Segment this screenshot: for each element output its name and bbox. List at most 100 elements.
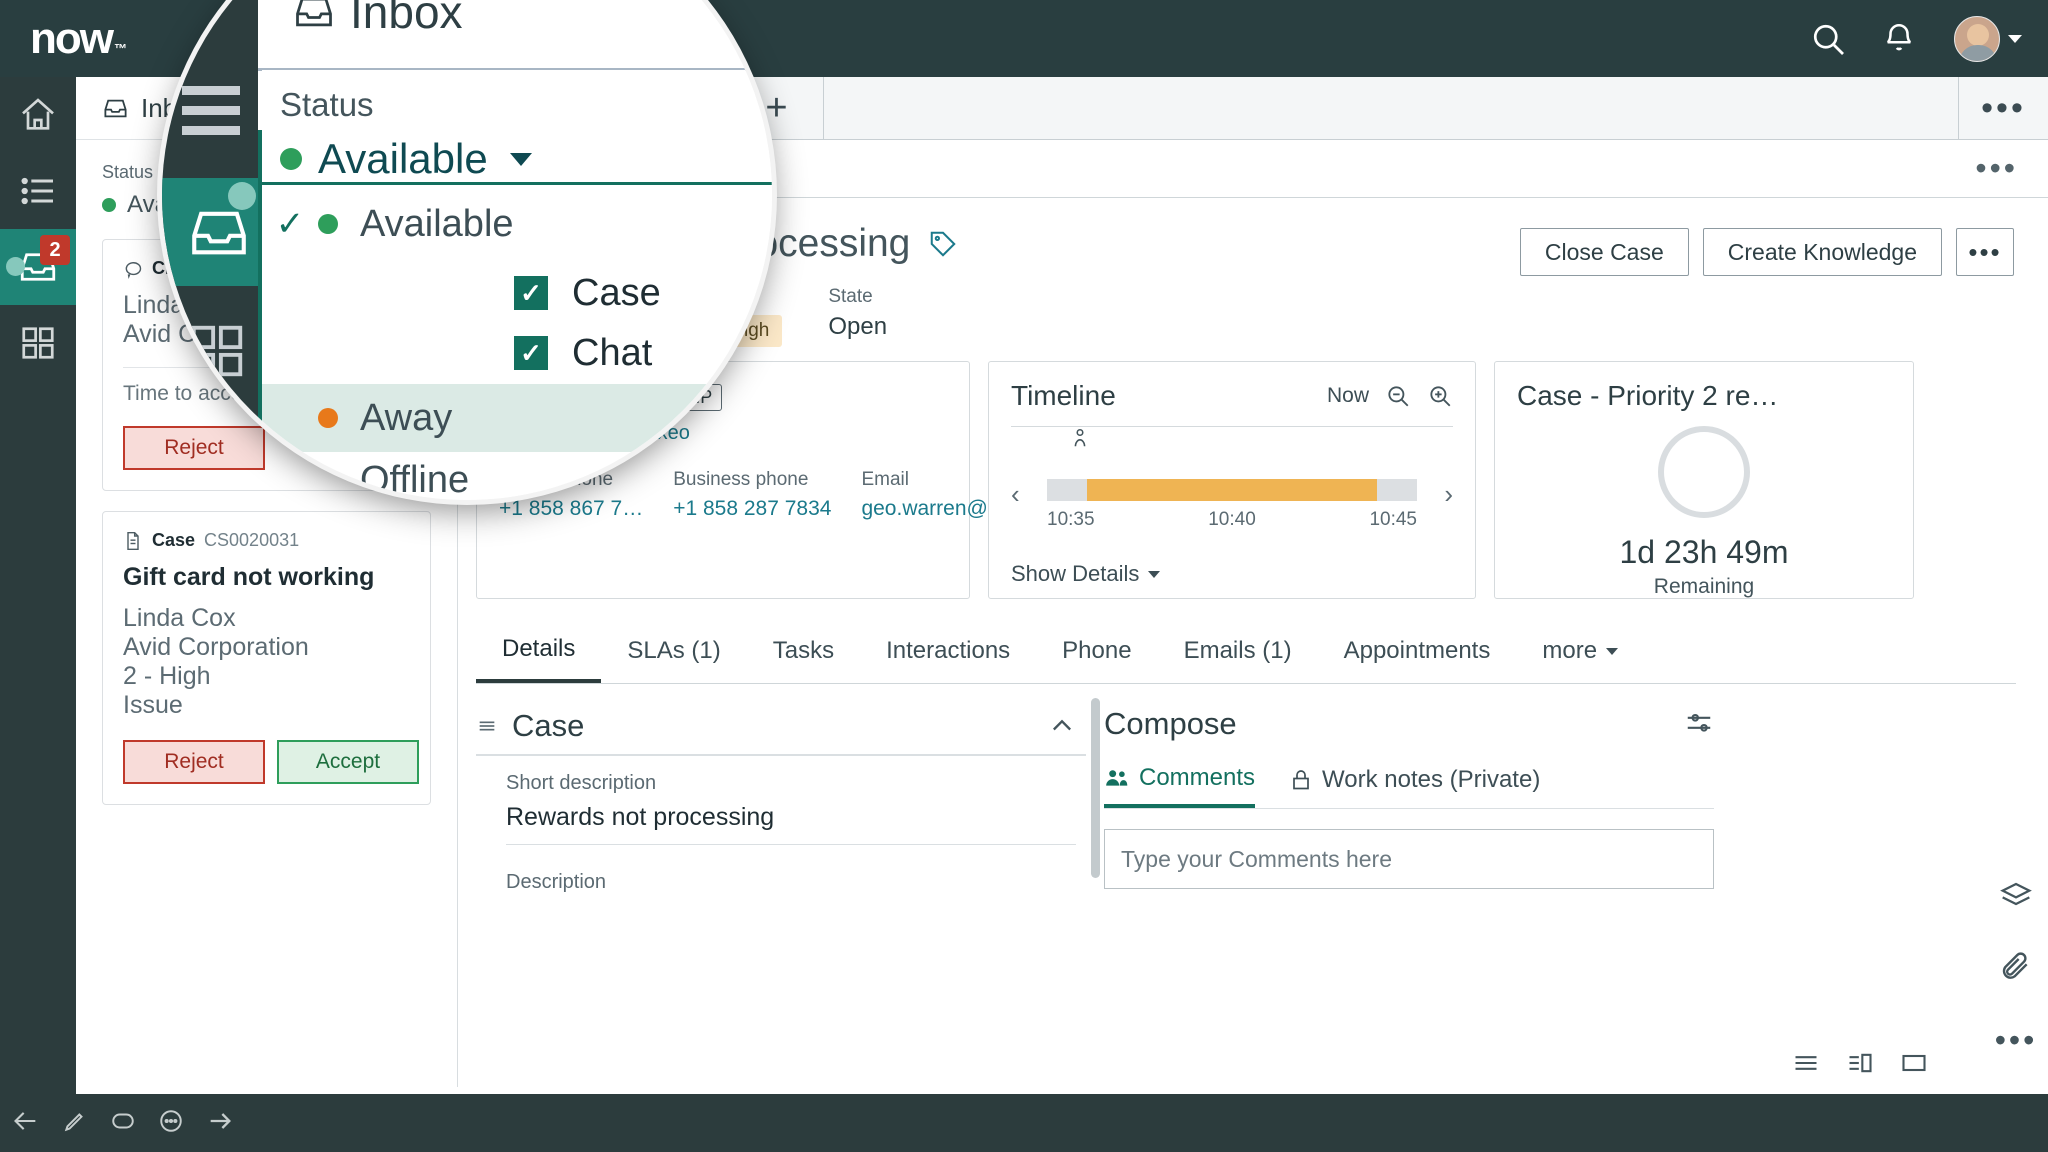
timeline-body: ‹ › 10:35 10:40 10:45 xyxy=(1011,428,1453,545)
sidebar-item-apps[interactable] xyxy=(0,305,76,381)
channel-label: Case xyxy=(572,271,661,314)
show-details-label: Show Details xyxy=(1011,561,1140,586)
show-details-button[interactable]: Show Details xyxy=(1011,561,1453,587)
ellipsis-icon[interactable] xyxy=(158,1108,184,1139)
chevron-right-icon[interactable]: › xyxy=(1444,479,1453,510)
checkbox-chat[interactable]: ✓ xyxy=(514,336,548,370)
details-scrollbar[interactable] xyxy=(1091,698,1100,878)
tab-emails[interactable]: Emails (1) xyxy=(1158,623,1318,681)
tab-work-notes[interactable]: Work notes (Private) xyxy=(1289,764,1540,808)
document-icon xyxy=(127,531,139,550)
back-arrow-icon[interactable] xyxy=(12,1107,40,1140)
timeline-ticks: 10:35 10:40 10:45 xyxy=(1047,509,1417,531)
inbox-icon xyxy=(104,99,127,117)
inbox-badge-count: 2 xyxy=(40,235,70,265)
zoom-in-icon[interactable] xyxy=(1427,383,1453,409)
field-value[interactable]: Rewards not processing xyxy=(506,803,1086,832)
tag-icon[interactable] xyxy=(928,229,958,259)
field-value[interactable]: +1 858 287 7834 xyxy=(673,497,831,521)
create-knowledge-button[interactable]: Create Knowledge xyxy=(1702,228,1942,276)
lens-grid-rail-icon[interactable] xyxy=(186,320,248,387)
avatar[interactable] xyxy=(1954,15,2000,62)
tab-comments[interactable]: Comments xyxy=(1104,764,1256,808)
compose-pane: Compose Comments Work notes (Private) Ty… xyxy=(1104,690,1714,904)
field-value: Open xyxy=(828,313,888,340)
inbox-card-case[interactable]: Case CS0020031 Gift card not working Lin… xyxy=(102,511,431,805)
layers-icon[interactable] xyxy=(2000,880,2032,917)
paperclip-icon[interactable] xyxy=(2000,951,2032,988)
sidebar-item-inbox[interactable]: 2 xyxy=(0,229,76,305)
field-value[interactable]: +1 858 867 7… xyxy=(499,497,643,521)
card-title: Gift card not working xyxy=(123,563,375,591)
list-view-icon[interactable] xyxy=(1792,1049,1820,1082)
status-option-away[interactable]: Away xyxy=(262,384,772,452)
sidebar-item-lists[interactable] xyxy=(0,153,76,229)
chevron-down-icon xyxy=(1148,570,1161,578)
subbar-overflow-button[interactable]: ••• xyxy=(1975,150,2018,187)
status-dot-available xyxy=(318,214,338,234)
pencil-icon[interactable] xyxy=(62,1108,88,1139)
section-title: Case xyxy=(512,708,585,743)
zoom-out-icon[interactable] xyxy=(1385,383,1411,409)
tab-label: Work notes (Private) xyxy=(1322,766,1541,793)
record-more-button[interactable]: ••• xyxy=(1956,228,2014,276)
drag-handle-icon[interactable] xyxy=(476,715,498,737)
tab-tasks[interactable]: Tasks xyxy=(747,623,860,681)
right-icon-rail: ••• xyxy=(1984,880,2048,1059)
tab-slas[interactable]: SLAs (1) xyxy=(601,623,746,681)
bell-icon[interactable] xyxy=(1882,21,1918,57)
lens-hamburger-icon[interactable] xyxy=(182,86,240,146)
channel-option-case[interactable]: ✓ Case xyxy=(262,262,772,324)
tab-more[interactable]: more xyxy=(1516,623,1644,681)
sla-sub-label: Remaining xyxy=(1653,575,1755,598)
lens-inbox-title: Inbox xyxy=(350,0,463,38)
chevron-left-icon[interactable]: ‹ xyxy=(1011,479,1020,510)
timeline-tick: 10:45 xyxy=(1369,509,1417,530)
search-icon[interactable] xyxy=(1810,21,1846,57)
tab-appointments[interactable]: Appointments xyxy=(1318,623,1517,681)
channel-label: Chat xyxy=(572,331,653,374)
status-option-available[interactable]: ✓ Available xyxy=(262,190,772,258)
status-option-label: Available xyxy=(360,202,514,245)
tab-phone[interactable]: Phone xyxy=(1036,623,1157,681)
lens-status-selector[interactable]: Available xyxy=(280,135,532,183)
checkbox-case[interactable]: ✓ xyxy=(514,276,548,310)
lens-status-value: Available xyxy=(318,135,488,182)
tab-details[interactable]: Details xyxy=(476,621,602,683)
presence-dot xyxy=(6,257,25,276)
chevron-up-icon[interactable] xyxy=(1048,712,1076,740)
tab-interactions[interactable]: Interactions xyxy=(860,623,1036,681)
close-case-button[interactable]: Close Case xyxy=(1519,228,1689,276)
timeline-tick: 10:35 xyxy=(1047,509,1095,530)
field-label: Short description xyxy=(506,772,657,794)
tab-overflow-button[interactable]: ••• xyxy=(1958,77,2048,139)
compose-input[interactable]: Type your Comments here xyxy=(1104,829,1714,889)
timeline-track[interactable] xyxy=(1047,479,1417,501)
timeline-title: Timeline xyxy=(1011,380,1116,411)
user-menu[interactable] xyxy=(1954,15,2022,62)
case-section-header[interactable]: Case xyxy=(476,690,1086,756)
more-icon[interactable]: ••• xyxy=(1995,1022,2038,1059)
sliders-icon[interactable] xyxy=(1684,709,1714,739)
utility-bar-items xyxy=(12,1107,234,1140)
card-kind-row: Case CS0020031 xyxy=(123,530,410,551)
people-icon xyxy=(1106,770,1128,786)
compose-header: Compose xyxy=(1104,690,1714,742)
card-type: Issue xyxy=(123,691,183,719)
detail-panes: Case Short description Rewards not proce… xyxy=(476,690,2048,904)
card-priority: 2 - High xyxy=(123,662,211,690)
tab-label: Comments xyxy=(1139,764,1256,791)
view-mode-group xyxy=(1792,1049,1928,1082)
forward-arrow-icon[interactable] xyxy=(206,1107,234,1140)
card-view-icon[interactable] xyxy=(1900,1049,1928,1082)
sidebar-item-home[interactable] xyxy=(0,77,76,153)
lens-inbox-rail-icon[interactable] xyxy=(186,200,252,271)
split-view-icon[interactable] xyxy=(1846,1049,1874,1082)
lens-status-dot xyxy=(280,148,302,170)
chat-icon[interactable] xyxy=(110,1108,136,1139)
channel-option-chat[interactable]: ✓ Chat xyxy=(262,322,772,384)
now-logo[interactable]: now ™ xyxy=(30,16,127,61)
accept-button[interactable]: Accept xyxy=(277,740,419,784)
reject-button[interactable]: Reject xyxy=(123,740,265,784)
status-option-offline[interactable]: Offline xyxy=(262,446,772,500)
